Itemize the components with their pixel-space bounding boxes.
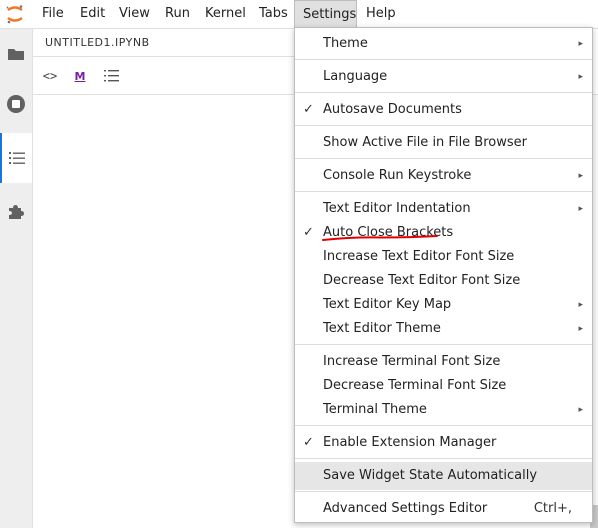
menu-item-label: Enable Extension Manager <box>323 435 497 450</box>
menu-item-terminal-theme[interactable]: Terminal Theme ▸ <box>295 398 592 422</box>
markdown-symbol: M <box>74 69 86 83</box>
menu-file[interactable]: File <box>34 0 72 28</box>
stop-circle-icon <box>7 95 25 113</box>
checkmark-icon: ✓ <box>303 225 314 240</box>
menu-kernel[interactable]: Kernel <box>197 0 254 28</box>
notebook-tab[interactable]: UNTITLED1.IPYNB <box>33 29 333 57</box>
menu-item-label: Terminal Theme <box>323 402 427 417</box>
menu-run[interactable]: Run <box>157 0 198 28</box>
menu-settings[interactable]: Settings <box>294 0 357 28</box>
menu-item-label: Show Active File in File Browser <box>323 135 527 150</box>
menu-divider <box>295 191 592 192</box>
menu-item-decrease-terminal-font-size[interactable]: Decrease Terminal Font Size <box>295 374 592 398</box>
menu-divider <box>295 125 592 126</box>
menu-item-decrease-text-editor-font-size[interactable]: Decrease Text Editor Font Size <box>295 269 592 293</box>
menu-divider <box>295 491 592 492</box>
left-sidebar <box>0 29 33 528</box>
markdown-icon[interactable]: M <box>73 66 87 86</box>
menu-item-autosave-documents[interactable]: ✓ Autosave Documents <box>295 98 592 122</box>
menu-divider <box>295 458 592 459</box>
numbered-list-icon[interactable] <box>103 66 121 86</box>
sidebar-tab-table-of-contents[interactable] <box>0 133 32 183</box>
menu-item-label: Text Editor Theme <box>323 321 441 336</box>
menu-item-label: Save Widget State Automatically <box>323 468 538 483</box>
menu-item-label: Text Editor Indentation <box>323 201 471 216</box>
submenu-arrow-icon: ▸ <box>578 405 583 415</box>
menu-help[interactable]: Help <box>358 0 404 28</box>
menu-item-label: Theme <box>323 36 368 51</box>
menu-item-advanced-settings-editor[interactable]: Advanced Settings Editor Ctrl+, <box>295 497 592 521</box>
menu-divider <box>295 344 592 345</box>
menu-item-label: Decrease Text Editor Font Size <box>323 273 521 288</box>
sidebar-tab-running[interactable] <box>0 79 32 129</box>
menu-item-increase-text-editor-font-size[interactable]: Increase Text Editor Font Size <box>295 245 592 269</box>
numbered-list-glyph <box>104 70 119 82</box>
menu-item-language[interactable]: Language ▸ <box>295 65 592 89</box>
menu-item-label: Autosave Documents <box>323 102 462 117</box>
menu-item-show-active-file[interactable]: Show Active File in File Browser <box>295 131 592 155</box>
submenu-arrow-icon: ▸ <box>578 171 583 181</box>
menu-item-console-run-keystroke[interactable]: Console Run Keystroke ▸ <box>295 164 592 188</box>
list-icon <box>9 152 25 164</box>
settings-dropdown-menu: Theme ▸ Language ▸ ✓ Autosave Documents … <box>294 27 593 523</box>
main-menu-bar: File Edit View Run Kernel Tabs Settings … <box>0 0 598 29</box>
submenu-arrow-icon: ▸ <box>578 204 583 214</box>
menu-item-label: Advanced Settings Editor <box>323 501 488 516</box>
menu-edit[interactable]: Edit <box>72 0 113 28</box>
menu-divider <box>295 425 592 426</box>
menu-item-text-editor-theme[interactable]: Text Editor Theme ▸ <box>295 317 592 341</box>
menu-item-label: Decrease Terminal Font Size <box>323 378 507 393</box>
jupyterlab-window: File Edit View Run Kernel Tabs Settings … <box>0 0 598 528</box>
submenu-arrow-icon: ▸ <box>578 324 583 334</box>
code-cell-icon[interactable]: <> <box>41 66 59 86</box>
code-symbol: <> <box>42 69 58 83</box>
puzzle-icon <box>9 205 24 219</box>
submenu-arrow-icon: ▸ <box>578 300 583 310</box>
menu-item-theme[interactable]: Theme ▸ <box>295 32 592 56</box>
menu-divider <box>295 59 592 60</box>
menu-divider <box>295 92 592 93</box>
red-underline-annotation <box>322 235 438 241</box>
menu-item-text-editor-indentation[interactable]: Text Editor Indentation ▸ <box>295 197 592 221</box>
checkmark-icon: ✓ <box>303 102 314 117</box>
menu-view[interactable]: View <box>111 0 158 28</box>
menu-item-label: Language <box>323 69 388 84</box>
submenu-arrow-icon: ▸ <box>578 72 583 82</box>
keyboard-shortcut: Ctrl+, <box>533 501 572 516</box>
checkmark-icon: ✓ <box>303 435 314 450</box>
submenu-arrow-icon: ▸ <box>578 39 583 49</box>
menu-tabs[interactable]: Tabs <box>251 0 296 28</box>
menu-item-label: Increase Terminal Font Size <box>323 354 501 369</box>
menu-divider <box>295 158 592 159</box>
menu-item-text-editor-key-map[interactable]: Text Editor Key Map ▸ <box>295 293 592 317</box>
jupyter-logo-icon[interactable] <box>4 3 26 25</box>
sidebar-tab-file-browser[interactable] <box>0 29 32 79</box>
sidebar-tab-extension-manager[interactable] <box>0 187 32 237</box>
menu-item-label: Text Editor Key Map <box>323 297 452 312</box>
menu-item-enable-extension-manager[interactable]: ✓ Enable Extension Manager <box>295 431 592 455</box>
menu-item-save-widget-state[interactable]: Save Widget State Automatically <box>295 462 592 490</box>
folder-icon <box>8 49 24 60</box>
menu-item-label: Console Run Keystroke <box>323 168 472 183</box>
menu-item-increase-terminal-font-size[interactable]: Increase Terminal Font Size <box>295 350 592 374</box>
menu-item-label: Increase Text Editor Font Size <box>323 249 515 264</box>
